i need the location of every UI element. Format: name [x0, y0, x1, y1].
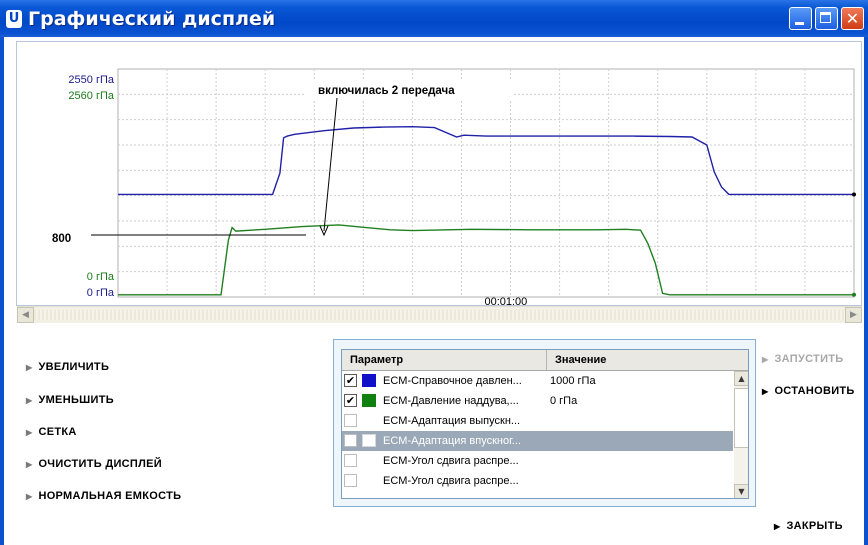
close-window-button[interactable]: ✕ — [841, 7, 864, 30]
start-label: ЗАПУСТИТЬ — [774, 353, 844, 365]
parameter-value: 1000 гПа — [550, 375, 596, 387]
scroll-thumb[interactable] — [734, 388, 748, 448]
arrow-right-icon: ▶ — [26, 363, 33, 372]
y-label-series2-min: 0 гПа — [86, 271, 114, 283]
minimize-icon — [795, 22, 804, 25]
arrow-right-icon: ▶ — [762, 355, 769, 364]
scroll-up-icon[interactable]: ▲ — [734, 371, 748, 386]
zoom-out-button[interactable]: ▶ УМЕНЬШИТЬ — [26, 394, 114, 406]
maximize-button[interactable] — [815, 7, 838, 30]
row-checkbox[interactable]: ✔ — [344, 374, 357, 387]
table-vertical-scrollbar[interactable]: ▲ ▼ — [734, 371, 748, 498]
parameter-name: ECM-Справочное давлен... — [383, 375, 522, 387]
table-row-selected[interactable]: ECM-Адаптация впускног... — [342, 431, 733, 451]
scroll-right-icon[interactable]: ▶ — [845, 307, 862, 323]
stop-button[interactable]: ▶ ОСТАНОВИТЬ — [762, 385, 855, 397]
scroll-down-icon[interactable]: ▼ — [734, 484, 748, 498]
zoom-in-label: УВЕЛИЧИТЬ — [38, 361, 110, 373]
grid-toggle-label: СЕТКА — [38, 426, 77, 438]
table-row[interactable]: ECM-Угол сдвига распре... — [342, 451, 733, 471]
maximize-icon — [820, 12, 831, 23]
column-header-parameter[interactable]: Параметр — [342, 350, 547, 370]
chart-svg: 00:01:00 включилась 2 передача 800 — [36, 68, 856, 306]
clear-display-button[interactable]: ▶ ОЧИСТИТЬ ДИСПЛЕЙ — [26, 458, 162, 470]
plot-area — [117, 68, 855, 298]
table-row[interactable]: ECM-Адаптация выпускн... — [342, 411, 733, 431]
chart-horizontal-scrollbar[interactable]: ◀ ▶ — [17, 306, 862, 323]
series-end-point — [852, 192, 856, 197]
parameter-name: ECM-Адаптация выпускн... — [383, 415, 521, 427]
arrow-right-icon: ▶ — [26, 396, 33, 405]
series-end-point — [852, 292, 856, 297]
x-tick-label: 00:01:00 — [484, 296, 527, 306]
table-row[interactable]: ECM-Угол сдвига распре... — [342, 471, 733, 491]
series-color-swatch — [362, 394, 376, 407]
start-button[interactable]: ▶ ЗАПУСТИТЬ — [762, 353, 844, 365]
series-color-swatch — [362, 434, 376, 447]
window-frame-right — [864, 37, 868, 545]
arrow-right-icon: ▶ — [774, 522, 781, 531]
parameter-name: ECM-Адаптация впускног... — [383, 435, 521, 447]
parameter-name: ECM-Давление наддува,... — [383, 395, 519, 407]
close-button[interactable]: ▶ ЗАКРЫТЬ — [774, 520, 843, 532]
table-row[interactable]: ✔ ECM-Справочное давлен... 1000 гПа — [342, 371, 733, 391]
arrow-right-icon: ▶ — [26, 492, 33, 501]
series-color-swatch — [362, 374, 376, 387]
row-checkbox[interactable] — [344, 454, 357, 467]
parameter-name: ECM-Угол сдвига распре... — [383, 475, 519, 487]
parameter-value: 0 гПа — [550, 395, 578, 407]
y-label-series1-max: 2550 гПа — [68, 74, 114, 86]
scroll-track[interactable] — [34, 310, 845, 320]
row-checkbox[interactable]: ✔ — [344, 394, 357, 407]
annotation-text: включилась 2 передача — [318, 85, 455, 97]
parameter-table[interactable]: Параметр Значение ✔ ECM-Справочное давле… — [341, 349, 749, 499]
window-title: Графический дисплей — [28, 8, 276, 30]
y-label-series1-min: 0 гПа — [86, 287, 114, 299]
zoom-in-button[interactable]: ▶ УВЕЛИЧИТЬ — [26, 361, 109, 373]
scroll-left-icon[interactable]: ◀ — [17, 307, 34, 323]
row-checkbox[interactable] — [344, 414, 357, 427]
arrow-right-icon: ▶ — [26, 428, 33, 437]
arrow-right-icon: ▶ — [762, 387, 769, 396]
parameter-name: ECM-Угол сдвига распре... — [383, 455, 519, 467]
app-icon[interactable]: U — [6, 10, 22, 28]
normal-capacity-button[interactable]: ▶ НОРМАЛЬНАЯ ЕМКОСТЬ — [26, 490, 181, 502]
zoom-out-label: УМЕНЬШИТЬ — [38, 394, 114, 406]
y-label-series2-max: 2560 гПа — [68, 90, 114, 102]
close-icon: ✕ — [845, 9, 860, 28]
marker-label: 800 — [52, 233, 71, 245]
grid-toggle-button[interactable]: ▶ СЕТКА — [26, 426, 77, 438]
arrow-right-icon: ▶ — [26, 460, 33, 469]
stop-label: ОСТАНОВИТЬ — [774, 385, 855, 397]
clear-display-label: ОЧИСТИТЬ ДИСПЛЕЙ — [38, 458, 162, 470]
table-header: Параметр Значение — [342, 350, 748, 371]
row-checkbox[interactable] — [344, 434, 357, 447]
minimize-button[interactable] — [789, 7, 812, 30]
column-header-value[interactable]: Значение — [547, 350, 747, 370]
close-label: ЗАКРЫТЬ — [786, 520, 843, 532]
normal-capacity-label: НОРМАЛЬНАЯ ЕМКОСТЬ — [38, 490, 182, 502]
row-checkbox[interactable] — [344, 474, 357, 487]
title-bar[interactable]: U Графический дисплей ✕ — [0, 0, 868, 37]
table-row[interactable]: ✔ ECM-Давление наддува,... 0 гПа — [342, 391, 733, 411]
